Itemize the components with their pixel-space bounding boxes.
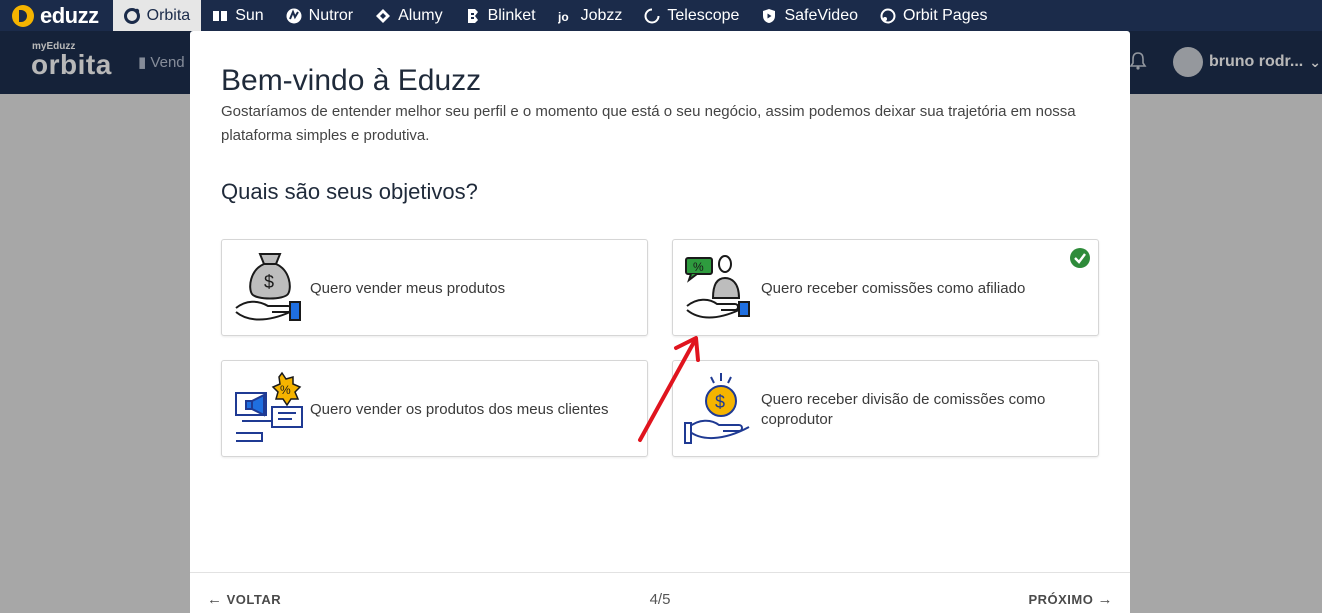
product-label: Orbit Pages	[903, 6, 988, 24]
eduzz-logo-icon	[12, 4, 34, 27]
product-orbit-pages[interactable]: Orbit Pages	[869, 0, 998, 31]
product-switcher-bar: eduzz Orbita Sun Nutror Alumy Blinket jo…	[0, 0, 1322, 31]
product-label: Nutror	[308, 6, 354, 24]
jobzz-icon: jo	[558, 8, 574, 24]
product-blinket[interactable]: Blinket	[454, 0, 547, 31]
orbit-pages-icon	[880, 8, 896, 24]
product-label: Alumy	[398, 6, 443, 24]
product-nutror[interactable]: Nutror	[275, 0, 364, 31]
option-label: Quero vender os produtos dos meus client…	[310, 400, 609, 418]
modal-intro: Gostaríamos de entender melhor seu perfi…	[221, 103, 1076, 144]
blinket-icon	[465, 8, 481, 24]
option-card-vender-clientes[interactable]: % Quero vender os produtos dos meus clie…	[221, 360, 648, 457]
modal-title: Bem-vindo à Eduzz	[221, 64, 482, 97]
eduzz-logo-text: eduzz	[40, 2, 99, 28]
product-telescope[interactable]: Telescope	[633, 0, 750, 31]
product-label: Blinket	[487, 6, 536, 24]
product-sun[interactable]: Sun	[201, 0, 274, 31]
question-heading: Quais são seus objetivos?	[221, 179, 478, 204]
option-card-coprodutor[interactable]: $ Quero receber divisão de comissões com…	[672, 360, 1099, 457]
coin-hand-icon: $	[683, 371, 759, 447]
product-jobzz[interactable]: jo Jobzz	[547, 0, 634, 31]
option-label: Quero vender meus produtos	[310, 279, 506, 297]
promotion-sale-icon: %	[232, 371, 308, 447]
product-label: Sun	[235, 6, 264, 24]
option-label: Quero receber comissões como afiliado	[761, 279, 1026, 297]
arrow-right-icon: →	[1097, 591, 1113, 608]
product-label: Telescope	[667, 6, 740, 24]
eduzz-logo[interactable]: eduzz	[0, 0, 113, 31]
product-label: SafeVideo	[784, 6, 858, 24]
option-card-vender-produtos[interactable]: $ Quero vender meus produtos	[221, 239, 648, 336]
nutror-icon	[286, 8, 302, 24]
orbita-icon	[123, 7, 140, 24]
money-bag-hand-icon: $	[232, 250, 308, 326]
next-button-label: PRÓXIMO	[1028, 592, 1094, 607]
svg-text:$: $	[264, 272, 274, 292]
alumy-icon	[375, 8, 391, 24]
welcome-modal: Bem-vindo à Eduzz Gostaríamos de entende…	[190, 31, 1130, 613]
affiliate-commission-icon: %	[683, 250, 759, 326]
sun-icon	[212, 8, 228, 24]
modal-footer: ← VOLTAR 4/5 PRÓXIMO →	[190, 572, 1130, 613]
product-orbita[interactable]: Orbita	[112, 0, 202, 31]
safevideo-icon	[761, 8, 777, 24]
next-button[interactable]: PRÓXIMO →	[1028, 591, 1113, 608]
product-alumy[interactable]: Alumy	[364, 0, 453, 31]
telescope-icon	[644, 7, 661, 24]
svg-text:%: %	[693, 260, 704, 274]
option-card-afiliado[interactable]: % Quero receber comissões como afiliado	[672, 239, 1099, 336]
step-indicator: 4/5	[649, 591, 671, 608]
svg-text:$: $	[715, 392, 725, 412]
option-label: Quero receber divisão de comissões como …	[761, 390, 1046, 428]
svg-text:jo: jo	[558, 10, 569, 24]
product-label: Jobzz	[580, 6, 623, 24]
check-icon	[1070, 248, 1090, 268]
product-label: Orbita	[146, 6, 191, 24]
product-safevideo[interactable]: SafeVideo	[750, 0, 869, 31]
svg-text:%: %	[280, 383, 291, 397]
